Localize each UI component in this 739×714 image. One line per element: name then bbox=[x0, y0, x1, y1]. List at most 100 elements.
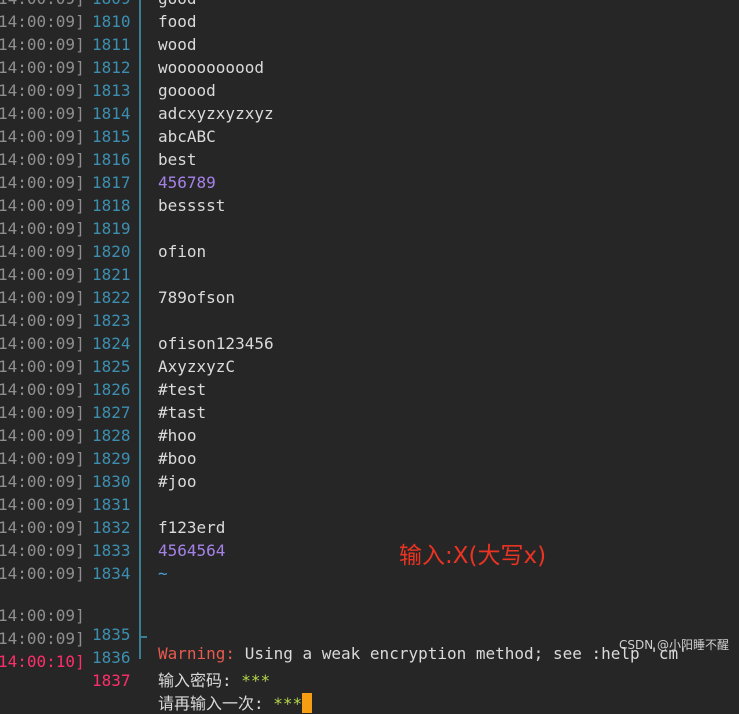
editor-line[interactable]: 14:00:09] 1822 789ofson bbox=[0, 288, 739, 311]
line-number: 1830 bbox=[92, 472, 131, 491]
line-text: 456789 bbox=[158, 173, 216, 192]
editor-line[interactable]: 14:00:09] 1826 #test bbox=[0, 380, 739, 403]
editor-line[interactable]: 14:00:09] 1819 bbox=[0, 219, 739, 242]
timestamp: 14:00:09] bbox=[0, 541, 85, 560]
line-text: food bbox=[158, 12, 197, 31]
red-annotation: 输入:X(大写x) bbox=[399, 543, 547, 569]
line-text: best bbox=[158, 150, 197, 169]
timestamp: 14:00:09] bbox=[0, 403, 85, 422]
editor-line[interactable]: 14:00:09] 1815 abcABC bbox=[0, 127, 739, 150]
line-number: 1810 bbox=[92, 12, 131, 31]
timestamp: 14:00:09] bbox=[0, 265, 85, 284]
line-text: #test bbox=[158, 380, 207, 399]
editor-line[interactable]: 14:00:09] 1824 ofison123456 bbox=[0, 334, 739, 357]
editor-line[interactable]: 14:00:09] 1829 #boo bbox=[0, 449, 739, 472]
timestamp: 14:00:09] bbox=[0, 380, 85, 399]
timestamp: 14:00:09] bbox=[0, 12, 85, 31]
line-text: good bbox=[158, 0, 197, 8]
line-text: abcABC bbox=[158, 127, 216, 146]
editor-line[interactable]: 14:00:09] 1818 besssst bbox=[0, 196, 739, 219]
line-text: ofison123456 bbox=[158, 334, 274, 353]
confirm-prompt-label: 请再输入一次: bbox=[158, 694, 264, 713]
line-number: 1818 bbox=[92, 196, 131, 215]
editor-line[interactable]: 14:00:09] 1830 #joo bbox=[0, 472, 739, 495]
line-text: adcxyzxyzxyz bbox=[158, 104, 274, 123]
editor-line[interactable]: 14:00:09] 1812 woooooooood bbox=[0, 58, 739, 81]
timestamp: 14:00:09] bbox=[0, 58, 85, 77]
timestamp: 14:00:09] bbox=[0, 311, 85, 330]
timestamp: 14:00:09] bbox=[0, 242, 85, 261]
line-number: 1834 bbox=[92, 564, 131, 583]
timestamp: 14:00:09] bbox=[0, 81, 85, 100]
confirm-mask: *** bbox=[263, 694, 303, 713]
timestamp: 14:00:09] bbox=[0, 472, 85, 491]
editor-line[interactable]: 14:00:09] 1821 bbox=[0, 265, 739, 288]
line-number: 1815 bbox=[92, 127, 131, 146]
line-number: 1831 bbox=[92, 495, 131, 514]
line-number: 1822 bbox=[92, 288, 131, 307]
editor-line[interactable]: 14:00:09] 1811 wood bbox=[0, 35, 739, 58]
line-number: 1820 bbox=[92, 242, 131, 261]
line-number: 1837 bbox=[92, 671, 131, 690]
line-number: 1809 bbox=[92, 0, 131, 8]
timestamp: 14:00:09] bbox=[0, 150, 85, 169]
line-number: 1828 bbox=[92, 426, 131, 445]
line-number: 1812 bbox=[92, 58, 131, 77]
line-text: #hoo bbox=[158, 426, 197, 445]
editor-line[interactable]: 14:00:09] 1809 good bbox=[0, 0, 739, 12]
text-cursor bbox=[302, 693, 313, 713]
editor-line[interactable]: 14:00:09] 1810 food bbox=[0, 12, 739, 35]
editor-line[interactable]: 14:00:09] 1817 456789 bbox=[0, 173, 739, 196]
line-text: gooood bbox=[158, 81, 216, 100]
line-number: 1816 bbox=[92, 150, 131, 169]
password-prompt-line: 14:00:09] 1836 输入密码: *** bbox=[0, 610, 739, 690]
editor-line[interactable]: 14:00:09] 1831 bbox=[0, 495, 739, 518]
editor-line[interactable]: 14:00:09] 1828 #hoo bbox=[0, 426, 739, 449]
editor-line[interactable]: 14:00:09] 1823 bbox=[0, 311, 739, 334]
line-number: 1829 bbox=[92, 449, 131, 468]
watermark: CSDN @小阳睡不醒 bbox=[618, 638, 729, 652]
editor-line[interactable]: 14:00:09] 1813 gooood bbox=[0, 81, 739, 104]
line-text: ~ bbox=[158, 564, 168, 583]
line-text: f123erd bbox=[158, 518, 226, 537]
password-mask: *** bbox=[231, 671, 271, 690]
timestamp: 14:00:09] bbox=[0, 173, 85, 192]
line-number: 1811 bbox=[92, 35, 131, 54]
line-text: 4564564 bbox=[158, 541, 226, 560]
editor-line[interactable]: 14:00:09] 1814 adcxyzxyzxyz bbox=[0, 104, 739, 127]
line-number: 1814 bbox=[92, 104, 131, 123]
line-text: #tast bbox=[158, 403, 207, 422]
line-number: 1823 bbox=[92, 311, 131, 330]
editor-line[interactable]: 14:00:09] 1834 ~ bbox=[0, 564, 739, 587]
timestamp: 14:00:09] bbox=[0, 35, 85, 54]
warning-line: 14:00:09] 1835 Warning: Using a weak enc… bbox=[0, 587, 739, 663]
line-number: 1832 bbox=[92, 518, 131, 537]
timestamp: 14:00:10] bbox=[0, 652, 85, 671]
editor-line[interactable]: 14:00:09] 1833 4564564 bbox=[0, 541, 739, 564]
line-number: 1833 bbox=[92, 541, 131, 560]
editor-line[interactable]: 14:00:09] 1827 #tast bbox=[0, 403, 739, 426]
timestamp: 14:00:09] bbox=[0, 564, 85, 583]
line-text: ofion bbox=[158, 242, 207, 261]
editor-line[interactable]: 14:00:09] 1816 best bbox=[0, 150, 739, 173]
timestamp: 14:00:09] bbox=[0, 127, 85, 146]
timestamp: 14:00:09] bbox=[0, 449, 85, 468]
editor-line[interactable]: 14:00:09] 1820 ofion bbox=[0, 242, 739, 265]
timestamp: 14:00:09] bbox=[0, 495, 85, 514]
line-text: #boo bbox=[158, 449, 197, 468]
line-text: #joo bbox=[158, 472, 197, 491]
line-number: 1824 bbox=[92, 334, 131, 353]
line-text: 789ofson bbox=[158, 288, 236, 307]
line-number: 1817 bbox=[92, 173, 131, 192]
editor-line[interactable]: 14:00:09] 1825 AxyzxyzC bbox=[0, 357, 739, 380]
editor-line[interactable]: 14:00:09] 1832 f123erd bbox=[0, 518, 739, 541]
timestamp: 14:00:09] bbox=[0, 426, 85, 445]
line-number: 1821 bbox=[92, 265, 131, 284]
timestamp: 14:00:09] bbox=[0, 219, 85, 238]
password-prompt: 输入密码: *** bbox=[158, 667, 270, 691]
timestamp: 14:00:09] bbox=[0, 0, 85, 8]
timestamp: 14:00:09] bbox=[0, 196, 85, 215]
timestamp: 14:00:09] bbox=[0, 334, 85, 353]
line-text: AxyzxyzC bbox=[158, 357, 236, 376]
line-text: besssst bbox=[158, 196, 226, 215]
